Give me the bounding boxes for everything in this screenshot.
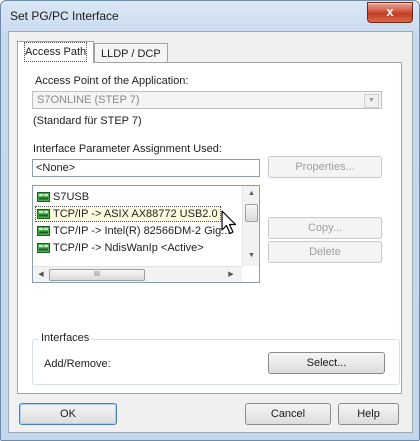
list-item-selected[interactable]: TCP/IP -> ASIX AX88772 USB2.0 <box>35 206 221 222</box>
close-icon: x <box>386 4 394 19</box>
tab-panel-access-path: Access Point of the Application: S7ONLIN… <box>17 62 402 394</box>
access-point-label: Access Point of the Application: <box>35 75 189 87</box>
window-title: Set PG/PC Interface <box>10 9 119 23</box>
dialog-body: Access Path LLDP / DCP Access Point of t… <box>8 31 413 433</box>
list-item[interactable]: S7USB <box>35 189 92 205</box>
interfaces-legend: Interfaces <box>39 332 92 344</box>
vertical-scroll-thumb[interactable] <box>245 204 258 222</box>
access-point-value: S7ONLINE (STEP 7) <box>37 94 140 106</box>
cancel-button[interactable]: Cancel <box>245 403 331 425</box>
scroll-right-icon[interactable]: ▶ <box>226 269 236 281</box>
access-point-description: (Standard für STEP 7) <box>33 115 142 127</box>
scroll-down-icon[interactable]: ▼ <box>246 250 257 262</box>
copy-button[interactable]: Copy... <box>268 217 382 239</box>
interfaces-groupbox: Interfaces Add/Remove: Select... <box>32 332 400 385</box>
scroll-up-icon[interactable]: ▲ <box>246 188 257 200</box>
dialog-window: Set PG/PC Interface x Access Path LLDP /… <box>0 0 420 441</box>
close-button[interactable]: x <box>367 2 413 23</box>
horizontal-scrollbar[interactable]: ◀ III ▶ <box>33 266 242 282</box>
mouse-cursor-icon <box>221 210 237 235</box>
select-button[interactable]: Select... <box>268 352 385 374</box>
scroll-grip-icon: III <box>94 271 100 278</box>
tab-access-path[interactable]: Access Path <box>17 41 95 63</box>
properties-button[interactable]: Properties... <box>268 156 382 178</box>
tab-lldp-dcp[interactable]: LLDP / DCP <box>94 43 168 63</box>
title-bar[interactable]: Set PG/PC Interface x <box>1 1 419 29</box>
horizontal-scroll-thumb[interactable]: III <box>49 269 145 281</box>
chevron-down-icon: ▼ <box>364 94 379 108</box>
network-adapter-icon <box>37 209 50 219</box>
scroll-left-icon[interactable]: ◀ <box>36 269 46 281</box>
interface-assignment-value: <None> <box>36 162 76 174</box>
help-button[interactable]: Help <box>338 403 399 425</box>
vertical-scrollbar[interactable]: ▲ ▼ <box>242 186 259 266</box>
network-adapter-icon <box>37 226 50 236</box>
interface-assignment-field[interactable]: <None> <box>32 159 260 177</box>
ok-button[interactable]: OK <box>19 403 117 425</box>
list-item[interactable]: TCP/IP -> NdisWanIp <Active> <box>35 240 207 256</box>
add-remove-label: Add/Remove: <box>44 358 111 370</box>
network-adapter-icon <box>37 243 50 253</box>
delete-button[interactable]: Delete <box>268 241 382 263</box>
interface-assignment-label: Interface Parameter Assignment Used: <box>33 143 222 155</box>
access-point-combo: S7ONLINE (STEP 7) ▼ <box>32 91 382 109</box>
list-item[interactable]: TCP/IP -> Intel(R) 82566DM-2 Gig... <box>35 223 233 239</box>
network-adapter-icon <box>37 192 50 202</box>
